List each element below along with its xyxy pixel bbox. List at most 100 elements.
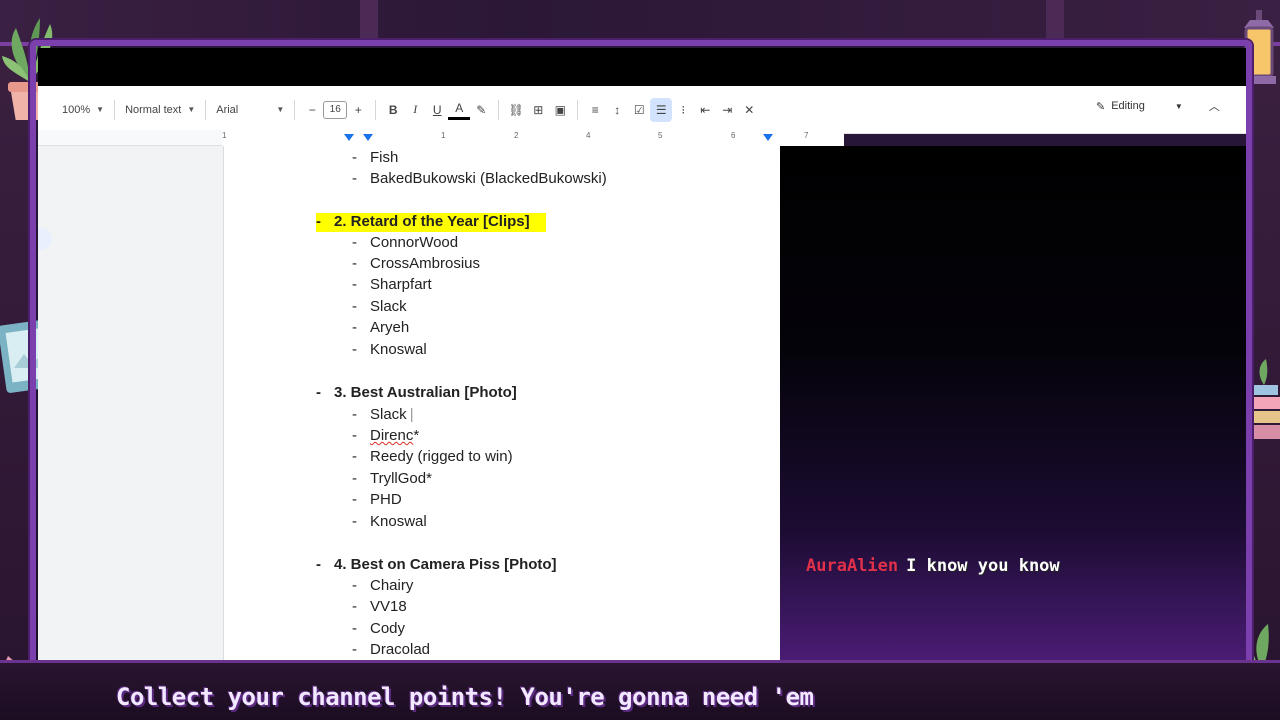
ruler-page-area xyxy=(222,130,844,146)
window-titlebar xyxy=(38,48,1246,86)
insert-image-icon[interactable]: ▣ xyxy=(549,98,571,122)
italic-icon[interactable]: I xyxy=(404,98,426,122)
list-item-value: Slack xyxy=(370,406,407,423)
bold-icon[interactable]: B xyxy=(382,98,404,122)
chevron-down-icon: ▼ xyxy=(96,105,105,114)
chevron-down-icon: ▼ xyxy=(276,105,285,114)
overlay-beam-left xyxy=(360,0,378,40)
editing-mode-label: Editing xyxy=(1111,100,1145,112)
chevron-up-icon[interactable]: ︿ xyxy=(1209,98,1220,114)
increase-indent-icon[interactable]: ⇥ xyxy=(716,98,738,122)
bullet-dash: - xyxy=(352,276,357,293)
toolbar-divider xyxy=(205,99,207,120)
list-item-text: Reedy (rigged to win) xyxy=(370,448,513,465)
clear-formatting-icon[interactable]: ✕ xyxy=(738,98,760,122)
first-line-indent-marker[interactable] xyxy=(344,134,354,141)
add-comment-icon[interactable]: ⊞ xyxy=(527,98,549,122)
bullet-dash: - xyxy=(352,620,357,637)
bullet-dash: - xyxy=(352,427,357,444)
zoom-select[interactable]: 100% ▼ xyxy=(58,98,108,122)
list-item-text: BakedBukowski (BlackedBukowski) xyxy=(370,170,607,187)
horizontal-ruler[interactable]: 1 1 2 4 5 6 7 xyxy=(38,130,844,146)
list-item-text: PHD xyxy=(370,491,402,508)
decrease-indent-icon[interactable]: ⇤ xyxy=(694,98,716,122)
ruler-number: 5 xyxy=(658,131,663,140)
bullet-dash: - xyxy=(352,298,357,315)
ruler-number: 4 xyxy=(586,131,591,140)
list-item-text: Cody xyxy=(370,620,406,637)
bullet-dash: - xyxy=(352,234,357,251)
chat-text: I know you know xyxy=(906,556,1060,576)
bulleted-list-icon[interactable]: ☰ xyxy=(650,97,673,122)
list-item-text: Direnc* xyxy=(370,427,419,444)
document-page[interactable]: - Fish - BakedBukowski (BlackedBukowski) -… xyxy=(223,146,780,660)
list-item-text: Aryeh xyxy=(370,319,410,336)
bullet-dash: - xyxy=(352,341,357,358)
bullet-dash: - xyxy=(316,384,321,401)
checklist-icon[interactable]: ☑ xyxy=(628,98,650,122)
asterisk: * xyxy=(413,427,420,444)
line-spacing-icon[interactable]: ↕ xyxy=(606,98,628,122)
list-item-text: Knoswal xyxy=(370,341,427,358)
list-item-text: Dracolad xyxy=(370,641,431,658)
toolbar-divider xyxy=(114,99,116,120)
bullet-dash: - xyxy=(352,406,357,423)
list-item-text: Fish xyxy=(370,149,399,166)
section-heading-text: 4. Best on Camera Piss [Photo] xyxy=(334,556,557,573)
right-indent-marker[interactable] xyxy=(763,134,773,141)
section-heading[interactable]: -2. Retard of the Year [Clips] xyxy=(316,213,546,232)
misspelled-word[interactable]: Direnc xyxy=(370,427,413,444)
increase-font-size-icon[interactable]: + xyxy=(347,98,369,122)
list-item-text: Sharpfart xyxy=(370,276,432,293)
insert-link-icon[interactable]: ⛓ xyxy=(505,98,527,122)
document-canvas: - Fish - BakedBukowski (BlackedBukowski) -… xyxy=(38,146,780,660)
editing-mode-select[interactable]: ✎ Editing ▼ ︿ xyxy=(1096,98,1220,114)
highlight-color-icon[interactable]: ✎ xyxy=(470,98,492,122)
bullet-dash: - xyxy=(352,149,357,166)
bullet-dash: - xyxy=(352,598,357,615)
bullet-dash: - xyxy=(352,319,357,336)
numbered-list-icon[interactable]: ⁝ xyxy=(672,98,694,122)
zoom-value: 100% xyxy=(62,103,91,116)
font-select[interactable]: Arial ▼ xyxy=(212,98,288,122)
style-value: Normal text xyxy=(125,103,182,116)
list-item-text: ConnorWood xyxy=(370,234,459,251)
comment-indicator xyxy=(38,228,52,250)
text-cursor: | xyxy=(409,406,414,423)
toolbar-divider xyxy=(498,99,500,120)
list-item-text: TryllGod* xyxy=(370,470,432,487)
list-item-text: Slack | xyxy=(370,406,414,423)
left-indent-marker[interactable] xyxy=(363,134,373,141)
bullet-dash: - xyxy=(352,491,357,508)
section-heading-text: 2. Retard of the Year [Clips] xyxy=(334,213,530,230)
decrease-font-size-icon[interactable]: − xyxy=(301,98,323,122)
toolbar-divider xyxy=(294,99,296,120)
bullet-dash: - xyxy=(352,513,357,530)
list-item-text: CrossAmbrosius xyxy=(370,255,481,272)
chevron-down-icon: ▼ xyxy=(1174,101,1183,111)
bullet-dash: - xyxy=(352,470,357,487)
font-value: Arial xyxy=(216,103,239,116)
bullet-dash: - xyxy=(352,448,357,465)
text-color-icon[interactable]: A xyxy=(448,100,471,120)
overlay-beam-right xyxy=(1046,0,1064,40)
ruler-number: 1 xyxy=(441,131,446,140)
bullet-dash: - xyxy=(352,641,357,658)
chat-message: AuraAlien I know you know xyxy=(806,556,1060,576)
chat-username: AuraAlien xyxy=(806,556,899,576)
ruler-number: 7 xyxy=(804,131,809,140)
bullet-dash: - xyxy=(316,213,321,230)
bullet-dash: - xyxy=(316,556,321,573)
ruler-number: 6 xyxy=(731,131,736,140)
align-left-icon[interactable]: ≡ xyxy=(584,98,606,122)
section-heading-text: 3. Best Australian [Photo] xyxy=(334,384,517,401)
chevron-down-icon: ▼ xyxy=(187,105,196,114)
stream-video-panel xyxy=(780,146,1246,660)
list-item-text: Slack xyxy=(370,298,407,315)
pencil-icon: ✎ xyxy=(1096,100,1106,113)
underline-icon[interactable]: U xyxy=(426,98,448,122)
paragraph-style-select[interactable]: Normal text ▼ xyxy=(121,98,199,122)
font-size-input[interactable]: 16 xyxy=(323,100,348,119)
docs-toolbar: 100% ▼ Normal text ▼ Arial ▼ − 16 + B I U A… xyxy=(38,86,1246,134)
bullet-dash: - xyxy=(352,577,357,594)
